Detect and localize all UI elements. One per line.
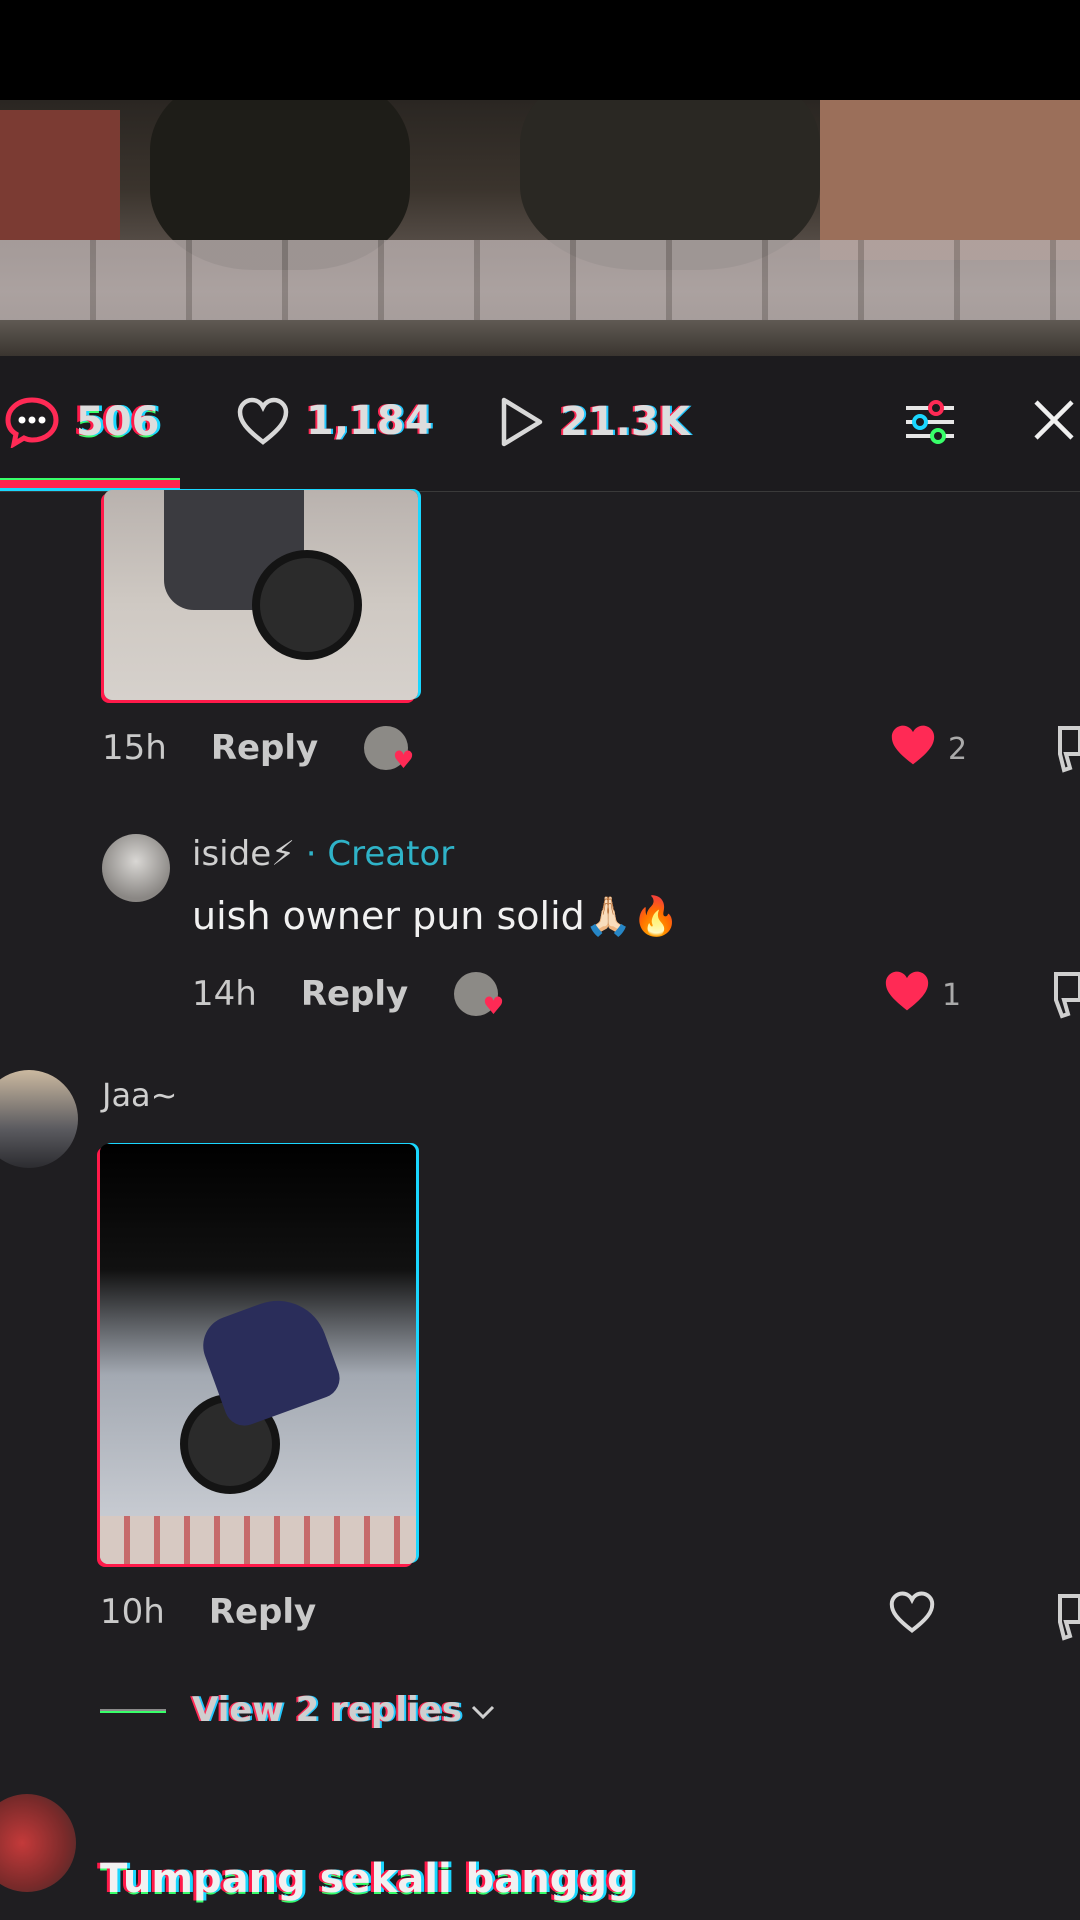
heart-filled-icon — [882, 968, 932, 1022]
comment-image[interactable] — [100, 1144, 416, 1564]
like-button[interactable]: 2 — [888, 722, 967, 776]
comment-text: uish owner pun solid🙏🏻🔥 — [192, 894, 680, 938]
creator-liked-avatar: ♥ — [454, 972, 504, 1020]
close-icon — [1032, 400, 1076, 446]
reply-button[interactable]: Reply — [209, 1592, 316, 1632]
comment-author[interactable]: iside⚡ · Creator — [192, 834, 454, 874]
comment-bubble-icon — [4, 396, 60, 448]
comment-author[interactable]: Jaa~ — [102, 1076, 177, 1114]
video-building — [0, 110, 120, 240]
heart-badge-icon: ♥ — [392, 746, 415, 774]
creator-liked-avatar: ♥ — [364, 726, 414, 774]
video-building — [820, 100, 1080, 260]
thumbs-down-icon — [1056, 726, 1080, 778]
status-bar-area — [0, 0, 1080, 100]
video-preview[interactable] — [0, 100, 1080, 356]
tab-likes[interactable]: 1,184 — [236, 396, 433, 446]
comment-image[interactable] — [104, 490, 418, 700]
like-count: 2 — [948, 731, 968, 767]
creator-badge: · Creator — [305, 834, 455, 874]
heart-outline-icon — [236, 396, 290, 446]
avatar[interactable] — [102, 834, 170, 902]
reply-button[interactable]: Reply — [301, 974, 408, 1014]
tab-plays[interactable]: 21.3K — [498, 396, 690, 448]
comment-meta: 15h Reply ♥ — [102, 726, 414, 774]
heart-filled-icon — [888, 722, 938, 776]
active-tab-indicator — [0, 480, 180, 488]
thumbs-down-icon — [1056, 1594, 1080, 1646]
filter-button[interactable] — [902, 396, 958, 452]
comment-meta: 14h Reply ♥ — [192, 972, 504, 1020]
comment-time: 15h — [102, 728, 167, 768]
comment-count: 506 — [76, 399, 160, 445]
floor-tiles — [100, 1516, 416, 1564]
filter-sliders-icon — [902, 400, 958, 452]
like-button[interactable]: 1 — [882, 968, 961, 1022]
play-count: 21.3K — [560, 399, 690, 445]
thumbs-down-icon — [1052, 972, 1080, 1024]
comment-time: 10h — [100, 1592, 165, 1632]
dislike-button[interactable] — [1052, 970, 1080, 1024]
play-icon — [498, 396, 544, 448]
replies-divider — [100, 1709, 166, 1711]
like-count: 1 — [942, 977, 962, 1013]
dislike-button[interactable] — [1056, 1592, 1080, 1646]
reply-button[interactable]: Reply — [211, 728, 318, 768]
chevron-down-icon — [470, 1690, 496, 1730]
view-replies-button[interactable]: View 2 replies — [100, 1690, 496, 1730]
avatar[interactable] — [0, 1070, 78, 1168]
comment-time: 14h — [192, 974, 257, 1014]
close-button[interactable] — [1032, 398, 1076, 446]
heart-outline-icon — [888, 1590, 936, 1642]
motorbike-wheel — [252, 550, 362, 660]
like-count: 1,184 — [306, 398, 433, 444]
comment-text: Tumpang sekali banggg — [100, 1856, 636, 1902]
username-text: iside⚡ — [192, 834, 295, 874]
video-wall — [0, 240, 1080, 320]
tab-comments[interactable]: 506 — [4, 396, 160, 448]
dislike-button[interactable] — [1056, 724, 1080, 778]
comment-stats-bar: 506 1,184 21.3K — [0, 356, 1080, 492]
view-replies-label: View 2 replies — [192, 1690, 462, 1730]
comment-meta: 10h Reply — [100, 1592, 316, 1632]
heart-badge-icon: ♥ — [482, 992, 505, 1020]
like-button[interactable] — [888, 1590, 936, 1642]
avatar[interactable] — [0, 1794, 76, 1892]
